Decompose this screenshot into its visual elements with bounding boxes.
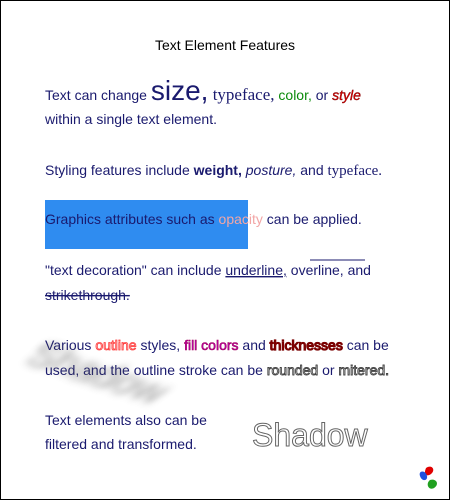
para1-typeface: typeface,	[208, 85, 274, 104]
shadow-text: Shadow	[252, 417, 369, 453]
para3-lead: Graphics attributes such as	[45, 211, 219, 227]
para3-opacity: opacity	[219, 211, 263, 227]
para5-mitered: mitered.	[338, 362, 389, 378]
para5-tail: can be	[343, 337, 389, 353]
para3-line: Graphics attributes such as opacity can …	[45, 211, 362, 227]
para1-line2: within a single text element.	[44, 111, 217, 127]
para1-size: size,	[151, 75, 209, 106]
para4-underline: underline,	[225, 262, 287, 278]
para1-lead: Text can change	[45, 87, 151, 103]
para5-fill: fill colors	[184, 337, 238, 353]
para6-line2: filtered and transformed.	[45, 436, 197, 452]
para5-outline: outline	[95, 337, 136, 353]
para5-or: or	[318, 362, 338, 378]
para4-line1: "text decoration" can include underline,…	[45, 262, 371, 278]
para4-and: and	[344, 262, 371, 278]
stage: Text Element Features Text can change si…	[0, 0, 450, 500]
para2-lead: Styling features include	[45, 162, 194, 178]
page-title: Text Element Features	[155, 37, 295, 53]
para4-overline: overline,	[287, 262, 344, 278]
para2-and: and	[296, 162, 327, 178]
para2-posture: posture,	[242, 162, 296, 178]
para6-line1: Text elements also can be	[45, 412, 207, 428]
para1-color: color,	[275, 87, 312, 103]
para5-thick: thicknesses	[270, 337, 343, 353]
para5-styles: styles,	[137, 337, 184, 353]
para2-weight: weight,	[193, 162, 242, 178]
para5-and: and	[239, 337, 270, 353]
para1-style: style	[332, 87, 361, 103]
para1-or: or	[312, 87, 332, 103]
para3-tail: can be applied.	[263, 211, 362, 227]
para5-rounded: rounded	[267, 362, 318, 378]
para4-lead: "text decoration" can include	[45, 262, 225, 278]
para2-line: Styling features include weight, posture…	[45, 162, 382, 179]
para4-strike: strikethrough.	[45, 287, 130, 303]
para2-typeface: typeface.	[328, 163, 383, 179]
